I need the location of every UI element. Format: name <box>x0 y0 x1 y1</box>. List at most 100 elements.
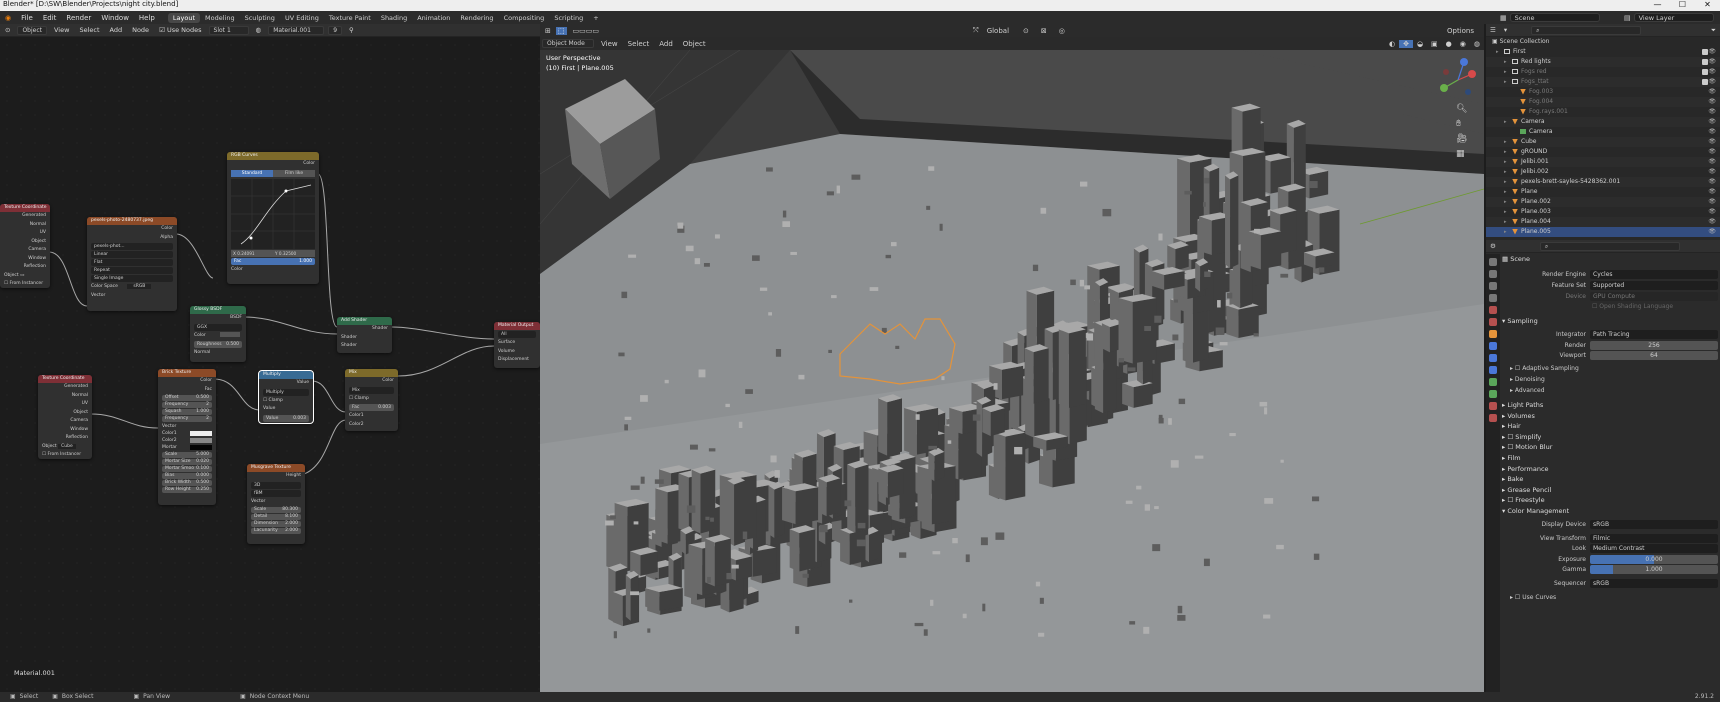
shading-solid-icon[interactable]: ● <box>1442 40 1456 48</box>
expand-arrow-icon[interactable]: ▸ <box>1504 147 1512 157</box>
color1-swatch[interactable] <box>190 431 212 436</box>
gamma-slider[interactable]: 1.000 <box>1590 565 1718 574</box>
operation-dropdown[interactable]: Multiply <box>263 388 309 396</box>
section-light-paths[interactable]: ▸ Light Paths <box>1502 400 1718 411</box>
node-material-output[interactable]: Material Output All Surface Volume Displ… <box>494 322 540 368</box>
menu-add[interactable]: Add <box>654 40 678 48</box>
proportional-icon[interactable]: ◎ <box>1053 27 1071 35</box>
from-instancer-checkbox[interactable]: ☐ From Instancer <box>0 280 50 288</box>
menu-file[interactable]: File <box>16 14 38 22</box>
fac-slider[interactable]: Fac 1.000 <box>231 257 315 265</box>
expand-arrow-icon[interactable]: ▸ <box>1504 197 1512 207</box>
expand-arrow-icon[interactable]: ▸ <box>1504 137 1512 147</box>
view-layer-tab-icon[interactable] <box>1489 294 1497 302</box>
tab-film-like[interactable]: Film like <box>273 169 315 177</box>
detail-field[interactable]: Detail 8.100 <box>251 514 301 520</box>
curve-point-y[interactable]: Y 0.32500 <box>273 249 315 257</box>
render-tab-icon[interactable] <box>1489 270 1497 278</box>
outliner-item[interactable]: ▸ First 👁︎ <box>1486 47 1720 57</box>
zoom-icon[interactable]: 🔍︎ <box>1456 104 1467 114</box>
minimize-button[interactable]: — <box>1645 0 1670 9</box>
curve-point-x[interactable]: X 0.24091 <box>231 249 273 257</box>
section-simplify[interactable]: ▸ ☐ Simplify <box>1502 432 1718 443</box>
render-samples-field[interactable]: 256 <box>1590 341 1718 350</box>
lacunarity-field[interactable]: Lacunarity 2.000 <box>251 528 301 534</box>
expand-arrow-icon[interactable]: ▸ <box>1504 207 1512 217</box>
visibility-icon[interactable]: ◐ <box>1385 40 1399 48</box>
clamp-checkbox[interactable]: ☐ Clamp <box>345 395 398 404</box>
add-workspace-icon[interactable]: + <box>588 13 603 23</box>
modifier-tab-icon[interactable] <box>1489 342 1497 350</box>
tab-compositing[interactable]: Compositing <box>499 13 550 23</box>
integrator-dropdown[interactable]: Path Tracing <box>1590 330 1718 339</box>
output-tab-icon[interactable] <box>1489 282 1497 290</box>
tab-rendering[interactable]: Rendering <box>455 13 498 23</box>
viewport-samples-field[interactable]: 64 <box>1590 351 1718 360</box>
image-file-field[interactable]: pexels-phot... <box>91 243 173 250</box>
menu-edit[interactable]: Edit <box>38 14 62 22</box>
expand-arrow-icon[interactable]: ▸ <box>1504 157 1512 167</box>
object-field[interactable]: Object ▭ <box>0 272 50 281</box>
sequencer-dropdown[interactable]: sRGB <box>1590 579 1718 588</box>
section-color-management[interactable]: ▾ Color Management <box>1502 506 1718 517</box>
subsection-adaptive-sampling[interactable]: ▸ ☐ Adaptive Sampling <box>1510 364 1579 374</box>
section-performance[interactable]: ▸ Performance <box>1502 464 1718 475</box>
section-motion-blur[interactable]: ▸ ☐ Motion Blur <box>1502 442 1718 453</box>
menu-select[interactable]: Select <box>623 40 655 48</box>
mortar-swatch[interactable] <box>190 445 212 450</box>
clamp-checkbox[interactable]: ☐ Clamp <box>259 397 313 406</box>
section-hair[interactable]: ▸ Hair <box>1502 421 1718 432</box>
view-layer-selector[interactable]: ▤ View Layer <box>1624 13 1714 22</box>
curve-graph[interactable] <box>231 178 315 249</box>
musgrave-type-dropdown[interactable]: fBM <box>251 489 301 497</box>
visibility-eye-icon[interactable]: 👁︎ <box>1708 107 1716 117</box>
outliner-item[interactable]: Fog.004 👁︎ <box>1486 97 1720 107</box>
exclude-checkbox[interactable] <box>1702 49 1708 55</box>
feature-set-dropdown[interactable]: Supported <box>1590 281 1718 290</box>
exclude-checkbox[interactable] <box>1702 59 1708 65</box>
frequency-field-1[interactable]: Frequency 2 <box>162 402 212 408</box>
object-field-value[interactable]: Cube <box>58 443 76 449</box>
menu-help[interactable]: Help <box>134 14 160 22</box>
tab-modeling[interactable]: Modeling <box>200 13 240 23</box>
texture-tab-icon[interactable] <box>1489 414 1497 422</box>
data-tab-icon[interactable] <box>1489 390 1497 398</box>
visibility-eye-icon[interactable]: 👁︎ <box>1708 77 1716 87</box>
maximize-button[interactable]: ☐ <box>1670 0 1695 9</box>
editor-type-icon[interactable]: ⚙ <box>1486 242 1500 250</box>
subsection-advanced[interactable]: ▸ Advanced <box>1510 386 1545 396</box>
object-mode-dropdown[interactable]: Object Mode <box>542 39 594 48</box>
properties-search[interactable]: ⌕ <box>1539 241 1680 251</box>
distribution-dropdown[interactable]: GGX <box>194 323 242 331</box>
section-bake[interactable]: ▸ Bake <box>1502 474 1718 485</box>
outliner-item[interactable]: ▸ Plane.002 👁︎ <box>1486 197 1720 207</box>
outliner-item[interactable]: ▸ gROUND 👁︎ <box>1486 147 1720 157</box>
outliner-item[interactable]: Fog.003 👁︎ <box>1486 87 1720 97</box>
tab-layout[interactable]: Layout <box>167 12 200 23</box>
visibility-eye-icon[interactable]: 👁︎ <box>1708 97 1716 107</box>
pan-hand-icon[interactable]: ✋︎ <box>1456 119 1467 129</box>
visibility-eye-icon[interactable]: 👁︎ <box>1708 117 1716 127</box>
particles-tab-icon[interactable] <box>1489 354 1497 362</box>
expand-arrow-icon[interactable]: ▸ <box>1504 187 1512 197</box>
viewport-scene[interactable] <box>540 24 1484 692</box>
visibility-eye-icon[interactable]: 👁︎ <box>1708 47 1716 57</box>
world-tab-icon[interactable] <box>1489 318 1497 326</box>
color-space-row[interactable]: Color Space sRGB <box>87 283 177 292</box>
outliner-item[interactable]: ▸ pexels-brett-sayles-5428362.001 👁︎ <box>1486 177 1720 187</box>
menu-view[interactable]: View <box>596 40 623 48</box>
filter-icon[interactable]: ⏷ <box>1707 26 1720 35</box>
expand-arrow-icon[interactable]: ▸ <box>1496 47 1504 57</box>
visibility-eye-icon[interactable]: 👁︎ <box>1708 67 1716 77</box>
outliner-item[interactable]: ▸ Plane.004 👁︎ <box>1486 217 1720 227</box>
node-brick-texture[interactable]: Brick Texture Color Fac Offset 0.500 Freq… <box>158 369 216 505</box>
snap-icon[interactable]: ⊠ <box>1035 27 1053 35</box>
blend-type-dropdown[interactable]: Mix <box>349 386 394 394</box>
3d-viewport[interactable]: ⊞ ⬚ ▭▭▭▭ ⤲ Global ⊙ ⊠ ◎ Options Object M… <box>540 24 1484 692</box>
exclude-checkbox[interactable] <box>1702 79 1708 85</box>
visibility-eye-icon[interactable]: 👁︎ <box>1708 197 1716 207</box>
node-texture-coordinate[interactable]: Texture Coordinate Generated Normal UV O… <box>0 204 50 288</box>
frequency-field-2[interactable]: Frequency 2 <box>162 416 212 422</box>
exclude-checkbox[interactable] <box>1702 69 1708 75</box>
xray-icon[interactable]: ▣ <box>1427 40 1442 48</box>
